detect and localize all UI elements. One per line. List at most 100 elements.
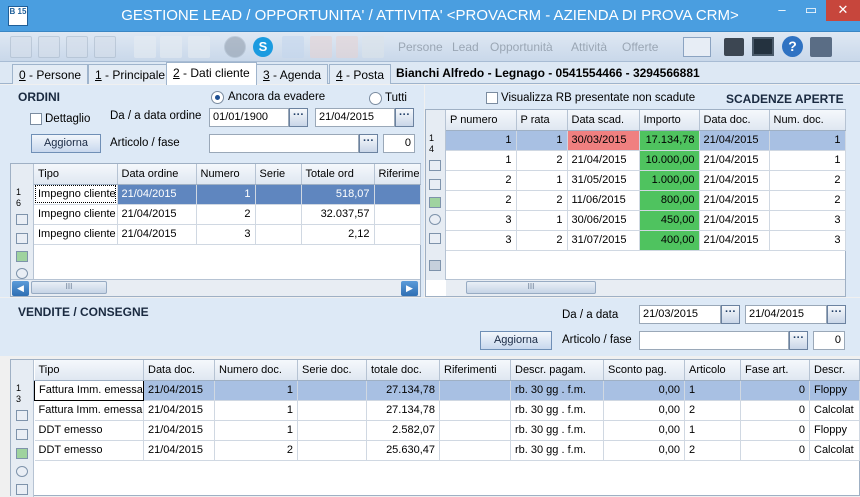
table-cell[interactable]: Impegno cliente — [34, 204, 118, 225]
vendite-aggiorna-button[interactable]: Aggiorna — [480, 331, 552, 350]
zoom-icon[interactable] — [16, 466, 28, 477]
table-cell[interactable]: 1 — [446, 130, 517, 151]
table-cell[interactable]: 1 — [516, 130, 568, 151]
vendite-col-seriedoc[interactable]: Serie doc. — [297, 360, 367, 381]
help-icon[interactable]: ? — [782, 36, 803, 57]
table-row[interactable]: Fattura Imm. emessa 21/04/2015 1 27.134,… — [34, 400, 860, 421]
table-cell[interactable]: 2 — [684, 440, 741, 461]
table-cell[interactable]: 2 — [516, 230, 568, 251]
table-cell[interactable]: 21/04/2015 — [699, 210, 770, 231]
scadenze-hscrollbar[interactable]: III — [446, 279, 845, 296]
export-excel-icon[interactable] — [429, 197, 441, 208]
close-button[interactable]: ✕ — [826, 0, 860, 21]
table-cell[interactable]: Floppy — [809, 420, 860, 441]
table-cell[interactable]: 1 — [516, 210, 568, 231]
ordini-fase-input[interactable]: 0 — [383, 134, 415, 153]
vendite-date-to-picker[interactable]: ··· — [827, 305, 846, 324]
list-view-icon[interactable] — [429, 179, 441, 190]
table-cell[interactable]: Impegno cliente — [34, 224, 118, 245]
table-cell[interactable]: 0 — [740, 420, 810, 441]
table-cell[interactable]: Calcolat — [809, 440, 860, 461]
table-cell[interactable] — [297, 400, 367, 421]
table-cell[interactable]: 21/04/2015 — [699, 230, 770, 251]
export-excel-icon[interactable] — [16, 251, 28, 262]
menu-opportunita[interactable]: Opportunità — [490, 40, 553, 54]
vendite-col-tipo[interactable]: Tipo — [34, 360, 144, 381]
table-cell[interactable]: Impegno cliente — [34, 184, 118, 205]
grid-view-icon[interactable] — [16, 484, 28, 495]
table-row[interactable]: Impegno cliente 21/04/2015 3 2,12 — [34, 224, 421, 245]
globe-icon[interactable] — [224, 36, 246, 58]
table-cell[interactable]: 0 — [740, 440, 810, 461]
table-cell[interactable]: 21/04/2015 — [699, 170, 770, 191]
skype-icon[interactable]: S — [253, 37, 273, 57]
table-cell[interactable]: 0 — [740, 380, 810, 401]
record-nav-icon[interactable] — [16, 410, 28, 421]
table-cell[interactable] — [374, 204, 421, 225]
table-cell[interactable]: 800,00 — [639, 190, 700, 211]
table-cell[interactable]: 21/04/2015 — [143, 440, 215, 461]
table-cell[interactable]: 31/07/2015 — [567, 230, 640, 251]
vendite-articolo-picker[interactable]: ··· — [789, 331, 808, 350]
table-cell[interactable]: rb. 30 gg . f.m. — [510, 380, 604, 401]
vendite-fase-input[interactable]: 0 — [813, 331, 845, 350]
table-cell[interactable]: 2 — [516, 150, 568, 171]
ordini-col-numero[interactable]: Numero — [196, 164, 256, 185]
vendite-col-datadoc[interactable]: Data doc. — [143, 360, 215, 381]
menu-attivita[interactable]: Attività — [571, 40, 607, 54]
table-cell[interactable]: 21/04/2015 — [143, 400, 215, 421]
open-icon[interactable] — [38, 36, 60, 58]
printer-icon[interactable] — [724, 38, 744, 56]
menu-offerte[interactable]: Offerte — [622, 40, 658, 54]
minimize-button[interactable]: – — [768, 0, 796, 21]
table-row[interactable]: Impegno cliente 21/04/2015 1 518,07 — [34, 184, 421, 205]
vendite-col-riferimenti[interactable]: Riferimenti — [439, 360, 511, 381]
table-cell[interactable]: 0,00 — [603, 380, 685, 401]
record-nav-icon[interactable] — [429, 160, 441, 171]
table-cell[interactable]: DDT emesso — [34, 420, 144, 441]
vendite-articolo-input[interactable] — [639, 331, 789, 350]
vendite-col-faseart[interactable]: Fase art. — [740, 360, 810, 381]
table-cell[interactable]: rb. 30 gg . f.m. — [510, 420, 604, 441]
tab-persone[interactable]: 0 - Persone — [12, 64, 89, 84]
table-cell[interactable]: rb. 30 gg . f.m. — [510, 400, 604, 421]
table-cell[interactable]: 3 — [446, 230, 517, 251]
vendite-col-descr[interactable]: Descr. — [809, 360, 860, 381]
tab-posta[interactable]: 4 - Posta — [329, 64, 392, 84]
table-cell[interactable] — [439, 380, 511, 401]
table-row[interactable]: 1 1 30/03/2015 17.134,78 21/04/2015 1 — [446, 130, 846, 151]
table-cell[interactable]: DDT emesso — [34, 440, 144, 461]
ordini-aggiorna-button[interactable]: Aggiorna — [31, 134, 101, 153]
ordini-col-serie[interactable]: Serie — [255, 164, 302, 185]
table-cell[interactable]: 11/06/2015 — [567, 190, 640, 211]
table-cell[interactable]: 2 — [196, 204, 256, 225]
table-cell[interactable]: 27.134,78 — [366, 400, 440, 421]
vendite-date-from-picker[interactable]: ··· — [721, 305, 740, 324]
table-cell[interactable]: 518,07 — [301, 184, 375, 205]
table-cell[interactable] — [297, 420, 367, 441]
tab-principale[interactable]: 1 - Principale — [88, 64, 173, 84]
table-cell[interactable] — [374, 184, 421, 205]
vendite-col-numerodoc[interactable]: Numero doc. — [214, 360, 298, 381]
rb-checkbox[interactable] — [486, 92, 498, 104]
table-cell[interactable]: rb. 30 gg . f.m. — [510, 440, 604, 461]
table-cell[interactable]: 0,00 — [603, 440, 685, 461]
table-cell[interactable]: 2 — [446, 170, 517, 191]
table-cell[interactable]: Floppy — [809, 380, 860, 401]
table-cell[interactable]: Calcolat — [809, 400, 860, 421]
copy-icon[interactable] — [160, 36, 182, 58]
table-cell[interactable]: 25.630,47 — [366, 440, 440, 461]
maximize-button[interactable]: ▭ — [797, 0, 825, 21]
columns-dropdown-icon[interactable] — [683, 37, 711, 57]
ordini-col-totale[interactable]: Totale ord — [301, 164, 375, 185]
vendite-date-from[interactable]: 21/03/2015 — [639, 305, 721, 324]
table-cell[interactable]: 1 — [446, 150, 517, 171]
monitor-icon[interactable] — [752, 37, 774, 56]
filter-icon[interactable] — [429, 260, 441, 271]
table-cell[interactable] — [297, 440, 367, 461]
vendite-col-totaledoc[interactable]: totale doc. — [366, 360, 440, 381]
radio-ancora-da-evadere[interactable] — [211, 91, 224, 104]
table-cell[interactable] — [439, 400, 511, 421]
table-cell[interactable]: 1 — [516, 170, 568, 191]
table-cell[interactable]: 0,00 — [603, 420, 685, 441]
